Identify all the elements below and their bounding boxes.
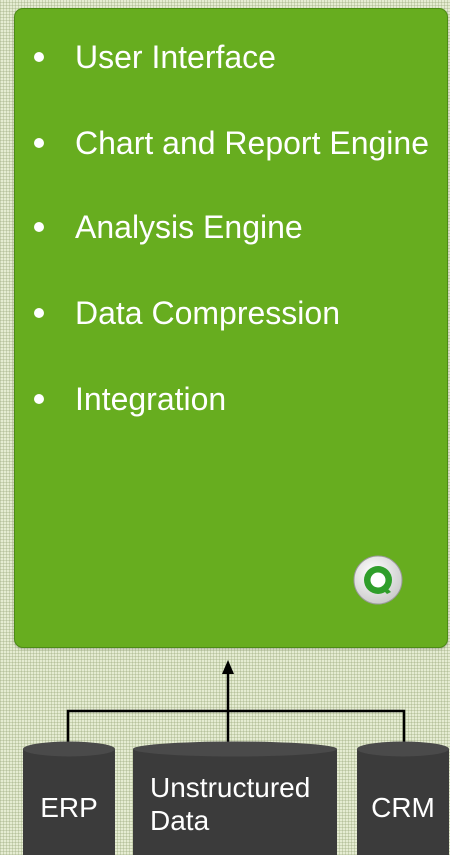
source-unstructured-data: Unstructured Data xyxy=(132,741,338,855)
source-label-unstructured: Unstructured Data xyxy=(150,772,311,836)
arrow-up-icon xyxy=(222,660,234,674)
source-label-crm: CRM xyxy=(371,792,435,823)
source-erp: ERP xyxy=(22,741,116,855)
connector-lines xyxy=(66,660,406,746)
source-crm: CRM xyxy=(356,741,450,855)
source-label-erp: ERP xyxy=(40,792,98,823)
